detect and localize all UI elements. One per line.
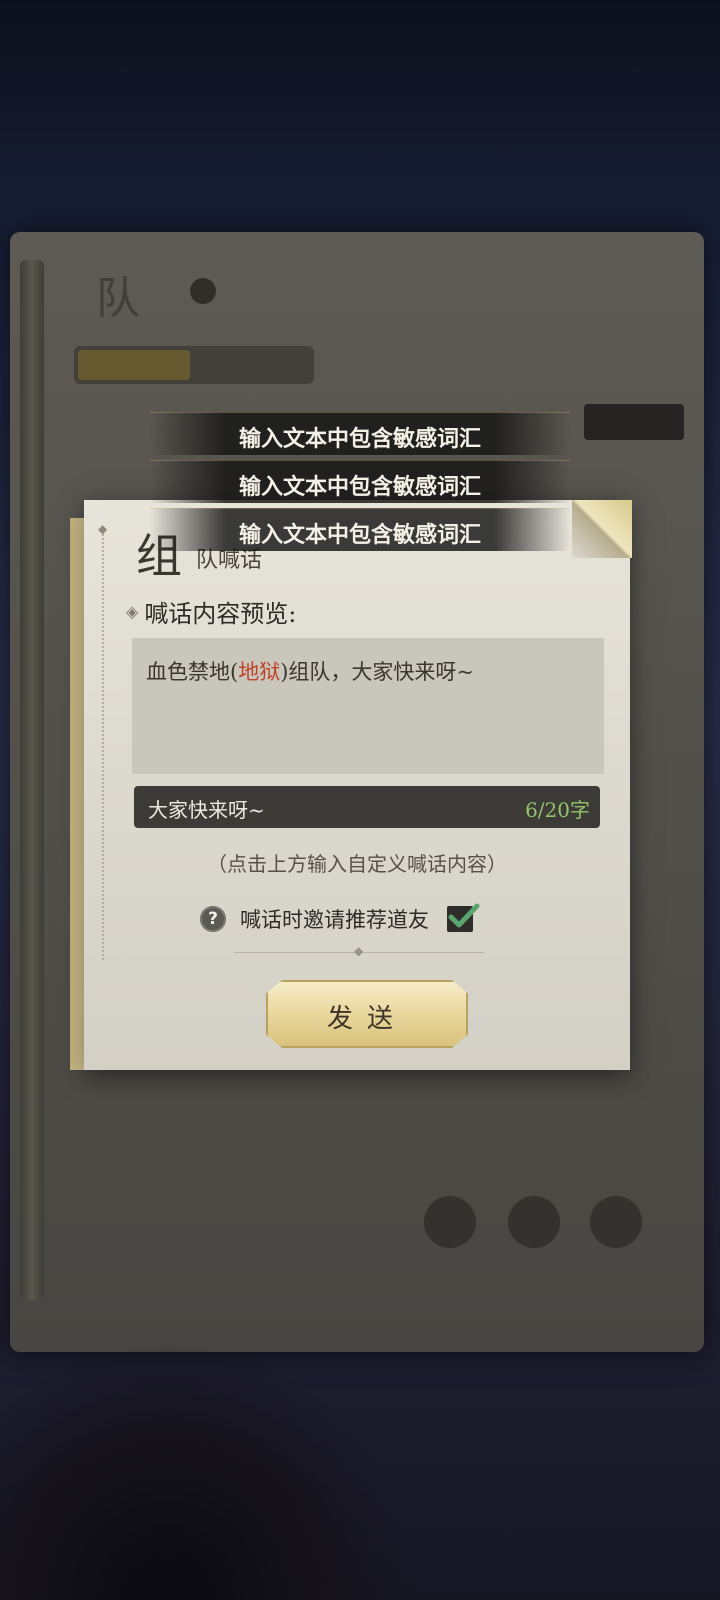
- question-circle-icon[interactable]: ?: [200, 906, 226, 932]
- shout-input[interactable]: 大家快来呀~ 6/20字: [134, 786, 600, 828]
- send-button-label: 发送: [326, 1004, 407, 1034]
- invite-row: ? 喊话时邀请推荐道友: [200, 903, 480, 934]
- preview-box: 血色禁地(地狱)组队，大家快来呀~: [132, 638, 604, 774]
- preview-section-header: ◈ 喊话内容预览:: [126, 594, 296, 629]
- preview-suffix: )组队，大家快来呀~: [280, 660, 474, 684]
- toast-message: 输入文本中包含敏感词汇: [150, 412, 570, 455]
- preview-text: 血色禁地(地狱)组队，大家快来呀~: [146, 656, 474, 686]
- preview-label: 喊话内容预览:: [144, 600, 297, 628]
- diamond-ornament-icon: ◆: [98, 522, 108, 536]
- team-shout-dialog: ◆ 组 队喊话 ◈ 喊话内容预览: 血色禁地(地狱)组队，大家快来呀~ 大家快来…: [84, 500, 632, 1070]
- invite-checkbox[interactable]: [447, 903, 480, 932]
- toast-message: 输入文本中包含敏感词汇: [150, 460, 570, 503]
- toast-text: 输入文本中包含敏感词汇: [238, 426, 481, 452]
- invite-label: 喊话时邀请推荐道友: [240, 908, 429, 932]
- corner-fold: [572, 500, 632, 558]
- diamond-bullet-icon: ◈: [126, 602, 139, 621]
- input-hint: （点击上方输入自定义喊话内容）: [207, 852, 507, 876]
- shout-input-value[interactable]: 大家快来呀~: [148, 794, 265, 823]
- toast-text: 输入文本中包含敏感词汇: [238, 474, 481, 500]
- checkmark-icon: [448, 903, 480, 928]
- toast-message: 输入文本中包含敏感词汇: [150, 508, 570, 551]
- divider-diamond-icon: ◆: [354, 944, 364, 958]
- char-count: 6/20字: [525, 798, 590, 822]
- dotted-border: [102, 530, 104, 960]
- preview-highlight: 地狱: [238, 660, 281, 684]
- toast-text: 输入文本中包含敏感词汇: [238, 522, 481, 548]
- preview-prefix: 血色禁地(: [146, 660, 239, 684]
- send-button[interactable]: 发送: [266, 980, 468, 1048]
